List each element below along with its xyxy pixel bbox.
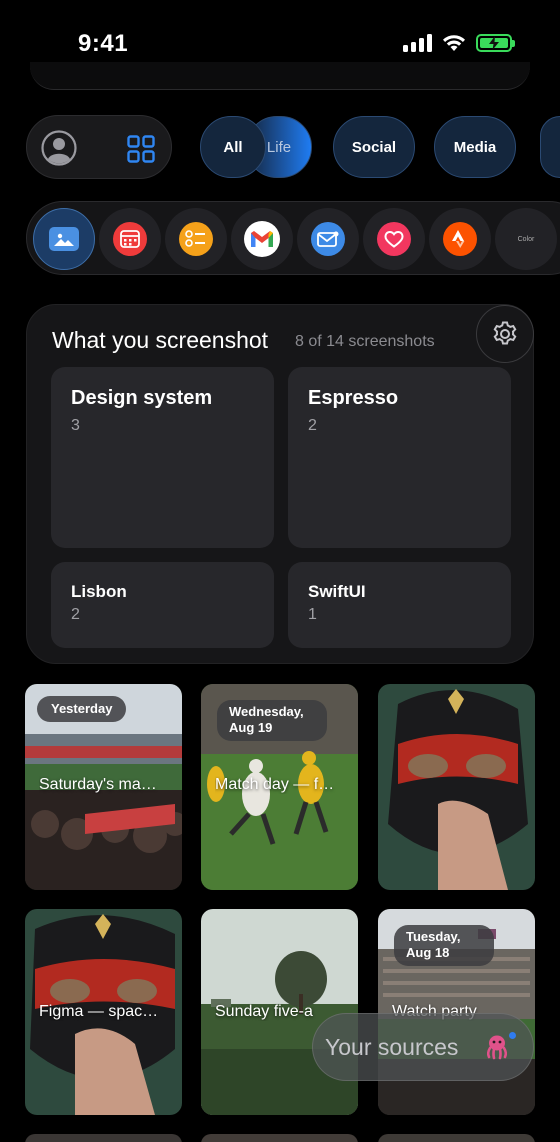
collection-name: Lisbon xyxy=(71,582,127,601)
octopus-icon xyxy=(486,1035,508,1060)
photo-row-partial[interactable] xyxy=(25,1134,182,1142)
cellular-signal-icon xyxy=(403,34,432,52)
heart-icon xyxy=(377,222,411,256)
collection-name: Espresso xyxy=(308,387,399,409)
photo-caption: Match day — f… xyxy=(215,776,335,793)
date-badge: Tuesday, Aug 18 xyxy=(394,925,494,966)
collections-card: What you screenshot 8 of 14 screenshots … xyxy=(26,304,534,664)
date-badge: Wednesday, Aug 19 xyxy=(217,700,327,741)
collection-tile-espresso[interactable]: Espresso 2 xyxy=(288,367,511,548)
previous-card-edge xyxy=(30,62,530,90)
source-mail[interactable] xyxy=(297,208,359,270)
battery-charging-icon xyxy=(476,34,515,52)
collection-count: 2 xyxy=(308,417,317,434)
your-sources-button[interactable]: Your sources xyxy=(312,1013,534,1081)
status-icons xyxy=(403,34,515,52)
reminders-icon xyxy=(179,222,213,256)
collection-count: 3 xyxy=(71,417,80,434)
gmail-icon xyxy=(244,221,280,257)
notification-dot xyxy=(509,1032,516,1039)
photo-field-tree[interactable]: Sunday five-a xyxy=(201,909,358,1115)
grid-view-icon[interactable] xyxy=(127,135,155,163)
photo-masked-figure[interactable] xyxy=(378,684,535,890)
chip-more[interactable] xyxy=(540,116,560,178)
source-reminders[interactable] xyxy=(165,208,227,270)
photo-stadium-crowd[interactable]: Yesterday Saturday's ma… xyxy=(25,684,182,890)
chip-social[interactable]: Social xyxy=(333,116,415,178)
filter-chips-row: Life All Social Media xyxy=(0,113,560,183)
sources-row: Color xyxy=(26,201,560,275)
collection-count: 1 xyxy=(308,606,317,623)
photo-row-partial[interactable] xyxy=(201,1134,358,1142)
photo-row-partial[interactable] xyxy=(378,1134,535,1142)
status-time: 9:41 xyxy=(78,30,129,57)
collection-name: Design system xyxy=(71,387,213,409)
source-gmail[interactable] xyxy=(231,208,293,270)
source-photos[interactable] xyxy=(33,208,95,270)
source-calendar[interactable] xyxy=(99,208,161,270)
photo-stadium-watch-party[interactable]: Tuesday, Aug 18 Watch party xyxy=(378,909,535,1115)
collection-count: 2 xyxy=(71,606,80,623)
photo-masked-figure-2[interactable]: Figma — spac… xyxy=(25,909,182,1115)
source-strava[interactable] xyxy=(429,208,491,270)
colors-icon: Color xyxy=(517,235,535,243)
chip-all[interactable]: All xyxy=(200,116,266,178)
wifi-icon xyxy=(443,35,465,51)
collection-tile-lisbon[interactable]: Lisbon 2 xyxy=(51,562,274,648)
source-colors[interactable]: Color xyxy=(495,208,557,270)
photo-football-match[interactable]: Wednesday, Aug 19 Match day — f… xyxy=(201,684,358,890)
screenshot-count: 8 of 14 screenshots xyxy=(295,333,435,350)
date-badge: Yesterday xyxy=(37,696,127,723)
card-title: What you screenshot xyxy=(52,327,269,353)
photo-caption: Figma — spac… xyxy=(39,1003,159,1020)
your-sources-label: Your sources xyxy=(325,1034,459,1060)
mail-icon xyxy=(311,222,345,256)
collection-tile-swiftui[interactable]: SwiftUI 1 xyxy=(288,562,511,648)
photo-caption: Saturday's ma… xyxy=(39,776,157,793)
profile-icon[interactable] xyxy=(41,130,77,166)
profile-view-toggle[interactable] xyxy=(26,115,172,179)
chip-media[interactable]: Media xyxy=(434,116,516,178)
photos-icon xyxy=(49,227,79,251)
mask-photo xyxy=(378,684,535,890)
calendar-icon xyxy=(113,222,147,256)
strava-icon xyxy=(443,222,477,256)
gear-icon xyxy=(493,321,517,345)
collection-tile-design-system[interactable]: Design system 3 xyxy=(51,367,274,548)
settings-button[interactable] xyxy=(476,305,534,363)
source-health[interactable] xyxy=(363,208,425,270)
collection-name: SwiftUI xyxy=(308,582,366,601)
